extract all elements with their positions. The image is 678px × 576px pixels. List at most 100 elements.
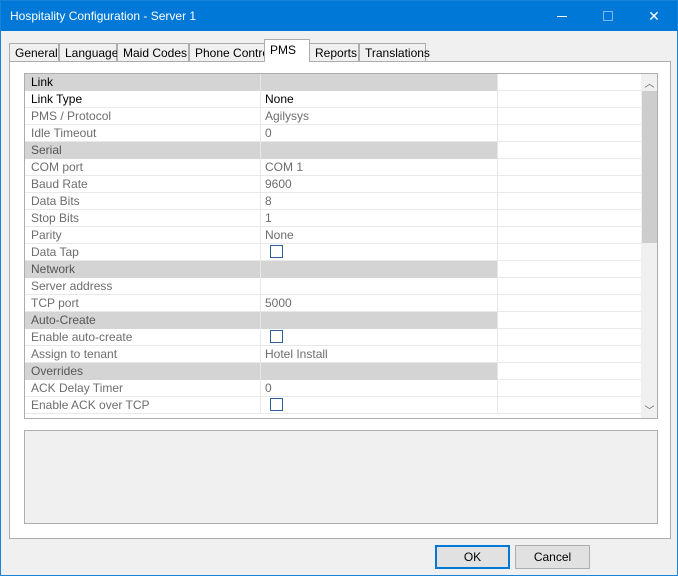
- minimize-button[interactable]: [539, 1, 585, 31]
- property-name: Enable auto-create: [25, 329, 261, 346]
- section-header-row: Overrides: [25, 363, 641, 380]
- empty-cell: [498, 176, 641, 193]
- scroll-down-button[interactable]: ﹀: [641, 401, 657, 418]
- property-name: PMS / Protocol: [25, 108, 261, 125]
- scroll-thumb[interactable]: [642, 91, 657, 243]
- property-row[interactable]: Assign to tenant Hotel Install: [25, 346, 641, 363]
- property-row[interactable]: TCP port 5000: [25, 295, 641, 312]
- tab-reports[interactable]: Reports: [309, 43, 359, 61]
- empty-cell: [498, 363, 641, 380]
- close-icon: ✕: [648, 7, 660, 24]
- empty-cell: [498, 380, 641, 397]
- section-fill: [261, 261, 498, 278]
- property-name: TCP port: [25, 295, 261, 312]
- close-button[interactable]: ✕: [631, 1, 677, 31]
- scroll-up-button[interactable]: ︿: [641, 74, 657, 91]
- empty-cell: [498, 210, 641, 227]
- section-label: Auto-Create: [25, 312, 261, 329]
- property-row[interactable]: Server address: [25, 278, 641, 295]
- empty-cell: [498, 278, 641, 295]
- description-panel: [24, 430, 658, 524]
- empty-cell: [498, 142, 641, 159]
- empty-cell: [498, 91, 641, 108]
- tab-pms[interactable]: PMS: [264, 39, 310, 62]
- property-row[interactable]: Data Bits 8: [25, 193, 641, 210]
- property-name: COM port: [25, 159, 261, 176]
- maximize-button[interactable]: [585, 1, 631, 31]
- cancel-button[interactable]: Cancel: [515, 545, 590, 569]
- checkbox[interactable]: [270, 398, 283, 411]
- property-value-cell[interactable]: [261, 244, 498, 261]
- property-value-cell[interactable]: [261, 329, 498, 346]
- property-value[interactable]: 5000: [261, 295, 498, 312]
- property-grid: Link Link Type None PMS / Protocol Agilysys I…: [24, 73, 658, 419]
- property-row[interactable]: Enable ACK over TCP: [25, 397, 641, 414]
- title-bar[interactable]: Hospitality Configuration - Server 1 ✕: [1, 1, 677, 31]
- tab-panel-pms: Link Link Type None PMS / Protocol Agilysys I…: [9, 61, 671, 539]
- empty-cell: [498, 346, 641, 363]
- property-value[interactable]: 9600: [261, 176, 498, 193]
- property-name: Baud Rate: [25, 176, 261, 193]
- empty-cell: [498, 244, 641, 261]
- property-row[interactable]: Idle Timeout 0: [25, 125, 641, 142]
- property-value[interactable]: None: [261, 91, 498, 108]
- checkbox[interactable]: [270, 330, 283, 343]
- property-value[interactable]: 8: [261, 193, 498, 210]
- vertical-scrollbar[interactable]: ︿ ﹀: [641, 74, 657, 418]
- section-fill: [261, 363, 498, 380]
- property-value[interactable]: 0: [261, 125, 498, 142]
- property-name: ACK Delay Timer: [25, 380, 261, 397]
- property-row[interactable]: Link Type None: [25, 91, 641, 108]
- empty-cell: [498, 227, 641, 244]
- tab-maid-codes[interactable]: Maid Codes: [117, 43, 189, 61]
- dialog-window: Hospitality Configuration - Server 1 ✕ G…: [0, 0, 678, 576]
- empty-cell: [498, 261, 641, 278]
- chevron-down-icon: ﹀: [644, 406, 655, 417]
- empty-cell: [498, 397, 641, 414]
- property-row[interactable]: Stop Bits 1: [25, 210, 641, 227]
- property-value[interactable]: Agilysys: [261, 108, 498, 125]
- section-label: Serial: [25, 142, 261, 159]
- checkbox[interactable]: [270, 245, 283, 258]
- section-header-row: Serial: [25, 142, 641, 159]
- property-row[interactable]: Enable auto-create: [25, 329, 641, 346]
- property-name: Parity: [25, 227, 261, 244]
- tab-translations[interactable]: Translations: [359, 43, 430, 61]
- property-row[interactable]: COM port COM 1: [25, 159, 641, 176]
- section-header-row: Network: [25, 261, 641, 278]
- ok-button[interactable]: OK: [435, 545, 510, 569]
- property-value[interactable]: COM 1: [261, 159, 498, 176]
- property-grid-rows: Link Link Type None PMS / Protocol Agilysys I…: [25, 74, 641, 414]
- property-row[interactable]: ACK Delay Timer 0: [25, 380, 641, 397]
- property-row[interactable]: Parity None: [25, 227, 641, 244]
- property-row[interactable]: Baud Rate 9600: [25, 176, 641, 193]
- tab-language[interactable]: Language: [59, 43, 118, 61]
- property-value[interactable]: 0: [261, 380, 498, 397]
- property-row[interactable]: PMS / Protocol Agilysys: [25, 108, 641, 125]
- tab-phone-control[interactable]: Phone Control: [189, 43, 272, 61]
- property-name: Stop Bits: [25, 210, 261, 227]
- section-header-row: Auto-Create: [25, 312, 641, 329]
- maximize-icon: [603, 11, 613, 21]
- empty-cell: [498, 312, 641, 329]
- property-name: Data Tap: [25, 244, 261, 261]
- property-value[interactable]: [261, 278, 498, 295]
- empty-cell: [498, 159, 641, 176]
- property-value[interactable]: 1: [261, 210, 498, 227]
- section-label: Link: [25, 74, 261, 91]
- empty-cell: [498, 295, 641, 312]
- property-value[interactable]: None: [261, 227, 498, 244]
- section-label: Network: [25, 261, 261, 278]
- section-fill: [261, 142, 498, 159]
- chevron-up-icon: ︿: [644, 79, 655, 90]
- section-label: Overrides: [25, 363, 261, 380]
- property-name: Data Bits: [25, 193, 261, 210]
- empty-cell: [498, 329, 641, 346]
- property-name: Server address: [25, 278, 261, 295]
- property-value[interactable]: Hotel Install: [261, 346, 498, 363]
- property-row[interactable]: Data Tap: [25, 244, 641, 261]
- tab-general[interactable]: General: [9, 43, 59, 61]
- property-name: Assign to tenant: [25, 346, 261, 363]
- section-fill: [261, 74, 498, 91]
- property-value-cell[interactable]: [261, 397, 498, 414]
